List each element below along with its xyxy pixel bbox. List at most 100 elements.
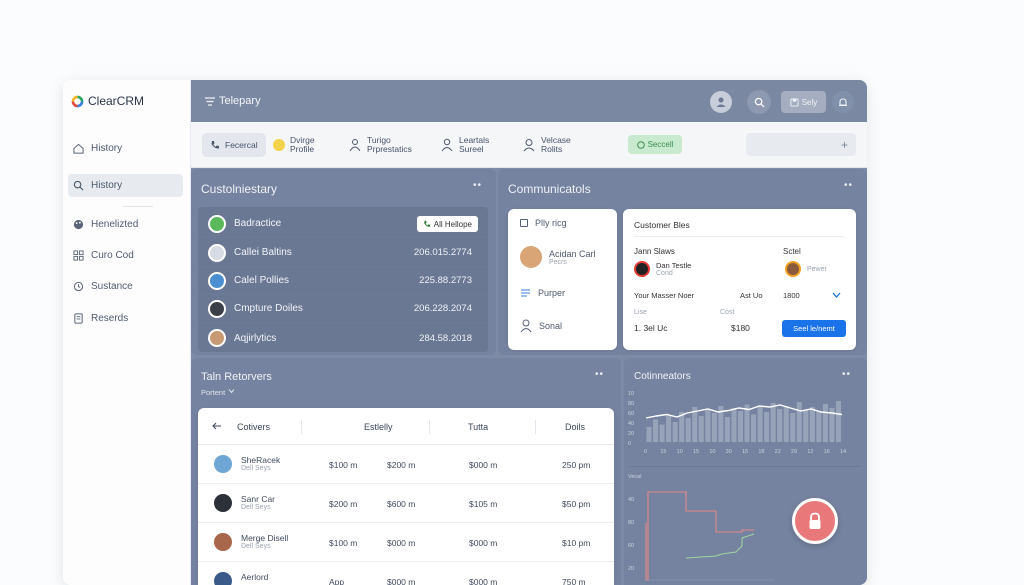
person-outline-icon xyxy=(523,139,535,152)
toolbar-item-leartals[interactable]: Leartals Sureel xyxy=(440,133,499,157)
person-sub: Pewer xyxy=(807,265,827,273)
line-bar-chart: 10 80 60 40 20 0 0 15 10 15 10 30 15 18 22 29 12 16 14 xyxy=(628,391,846,455)
toolbar-input[interactable]: + xyxy=(746,133,856,156)
sidebar-item-label: Henelizted xyxy=(91,219,139,230)
x-tick-label: 29 xyxy=(791,449,797,455)
checkbox-icon[interactable] xyxy=(520,219,528,227)
avatar xyxy=(208,299,226,318)
row-name: Sanr Car Dell Seys xyxy=(241,494,276,511)
analytics-title: Cotinneators xyxy=(634,371,691,382)
table-row[interactable]: Merge Disell Dell Seys $100 m $000 m $000… xyxy=(198,523,614,562)
comm-item[interactable]: Purper xyxy=(520,288,565,298)
divider xyxy=(535,420,536,434)
customer-card-person[interactable]: Dan Testle Cond xyxy=(634,261,691,277)
more-icon[interactable]: •• xyxy=(473,180,482,191)
sidebar-item-curo-cod[interactable]: Curo Cod xyxy=(68,244,183,267)
chevron-down-icon[interactable] xyxy=(832,292,841,299)
y-tick-label: 0 xyxy=(628,441,631,447)
filter-dropdown[interactable]: Portent xyxy=(201,388,235,397)
column-header[interactable]: Tutta xyxy=(468,422,488,432)
comm-item[interactable]: Sonal xyxy=(520,319,562,333)
list-item[interactable]: Aqjirlytics 284.58.2018 xyxy=(198,324,488,352)
table-row[interactable]: SheRacek Dell Seys $100 m $200 m $000 m 2… xyxy=(198,445,614,484)
save-button[interactable]: Sely xyxy=(781,91,826,113)
cell: $100 m xyxy=(329,538,358,548)
lock-button[interactable] xyxy=(792,498,838,544)
palette-icon xyxy=(73,219,84,230)
avatar xyxy=(212,570,234,585)
comm-item[interactable]: Plly ricg xyxy=(520,218,567,228)
more-icon[interactable]: •• xyxy=(842,369,851,380)
toolbar-item-label: Fecercal xyxy=(225,139,258,150)
bar xyxy=(737,411,743,442)
app-window: ClearCRM History History Henelizted Curo… xyxy=(63,80,867,585)
sidebar-item-label: Curo Cod xyxy=(91,250,134,261)
row-name: Merge Disell Dell Seys xyxy=(241,533,289,550)
y-tick-label: 60 xyxy=(628,411,634,417)
refresh-icon xyxy=(73,281,84,292)
column-header[interactable]: Cotivers xyxy=(237,422,270,432)
chevron-down-icon xyxy=(228,389,235,394)
search-button[interactable] xyxy=(747,90,771,114)
analytics-panel: Cotinneators •• 10 80 60 40 20 0 0 15 10 15 10 30 15… xyxy=(624,358,867,585)
comm-item[interactable]: Acidan Carl Pecrs xyxy=(520,246,596,268)
cell: $200 m xyxy=(387,460,416,470)
topbar: Telepary Sely xyxy=(191,80,867,122)
toolbar-item-dvirge[interactable]: Dvirge Profile xyxy=(273,133,322,157)
sidebar-item-henelizted[interactable]: Henelizted xyxy=(68,213,183,236)
cell: $000 m xyxy=(387,577,416,585)
notification-button[interactable] xyxy=(832,91,854,113)
table-header: Cotivers Estlelly Tutta Doils xyxy=(198,408,614,445)
series-line-red xyxy=(645,491,754,581)
list-item[interactable]: Calel Pollies 225.88.2773 xyxy=(198,267,488,295)
phone-icon xyxy=(211,141,219,149)
save-button-label: Sely xyxy=(801,97,818,107)
column-header[interactable]: Doils xyxy=(565,422,585,432)
sidebar-item-history-active[interactable]: History xyxy=(68,174,183,197)
add-icon: + xyxy=(840,137,848,152)
sidebar-item-reserds[interactable]: Reserds xyxy=(68,307,183,330)
avatar[interactable] xyxy=(710,91,732,113)
table-row[interactable]: Sanr Car Dell Seys $200 m $600 m $105 m $… xyxy=(198,484,614,523)
list-item[interactable]: Cmpture Doiles 206.228.2074 xyxy=(198,295,488,323)
status-badge[interactable]: Seccell xyxy=(628,135,682,154)
bar xyxy=(809,407,815,442)
search-icon xyxy=(73,180,84,191)
comm-item-label: Sonal xyxy=(539,321,563,331)
bar xyxy=(835,401,841,442)
customer-phone: 225.88.2773 xyxy=(419,275,472,286)
sidebar-item-history[interactable]: History xyxy=(68,137,183,160)
more-icon[interactable]: •• xyxy=(844,180,853,191)
x-tick-label: 12 xyxy=(807,449,813,455)
customer-card-person2[interactable]: Pewer xyxy=(785,261,827,277)
column-header[interactable]: Estlelly xyxy=(364,422,393,432)
list-item[interactable]: Badractice All Hellope xyxy=(198,210,488,238)
bar xyxy=(796,402,802,442)
customer-name: Aqjirlytics xyxy=(234,332,277,344)
cell: $000 m xyxy=(469,577,498,585)
bar xyxy=(790,413,796,442)
page-title-text: Telepary xyxy=(219,95,261,107)
bar xyxy=(685,418,691,442)
x-tick-label: 10 xyxy=(677,449,683,455)
list-item[interactable]: Callei Baltins 206.015.2774 xyxy=(198,239,488,267)
table-row[interactable]: Aerlord App $000 m $000 m 750 m xyxy=(198,562,614,585)
all-button[interactable]: All Hellope xyxy=(416,216,478,232)
cell: $000 m xyxy=(469,460,498,470)
send-button[interactable]: Seel le/nemt xyxy=(782,320,846,337)
cell: $000 m xyxy=(469,538,498,548)
x-tick-label: 15 xyxy=(742,449,748,455)
cell: $100 m xyxy=(329,460,358,470)
customer-card-col1: Jann Slaws xyxy=(634,247,675,256)
retention-table: Cotivers Estlelly Tutta Doils SheRacek De… xyxy=(198,408,614,585)
sidebar-item-label: Sustance xyxy=(91,281,133,292)
toolbar-item-turigo[interactable]: Turigo Prprestatics xyxy=(348,133,422,157)
sidebar-item-sustance[interactable]: Sustance xyxy=(68,275,183,298)
toolbar-item-fecercal[interactable]: Fecercal xyxy=(202,133,266,157)
x-tick-label: 10 xyxy=(709,449,715,455)
lock-icon xyxy=(809,512,821,529)
back-arrow-icon[interactable] xyxy=(212,422,222,430)
more-icon[interactable]: •• xyxy=(595,369,604,380)
toolbar-item-velcase[interactable]: Velcase Rolits xyxy=(522,133,581,157)
x-tick-label: 0 xyxy=(644,449,647,455)
